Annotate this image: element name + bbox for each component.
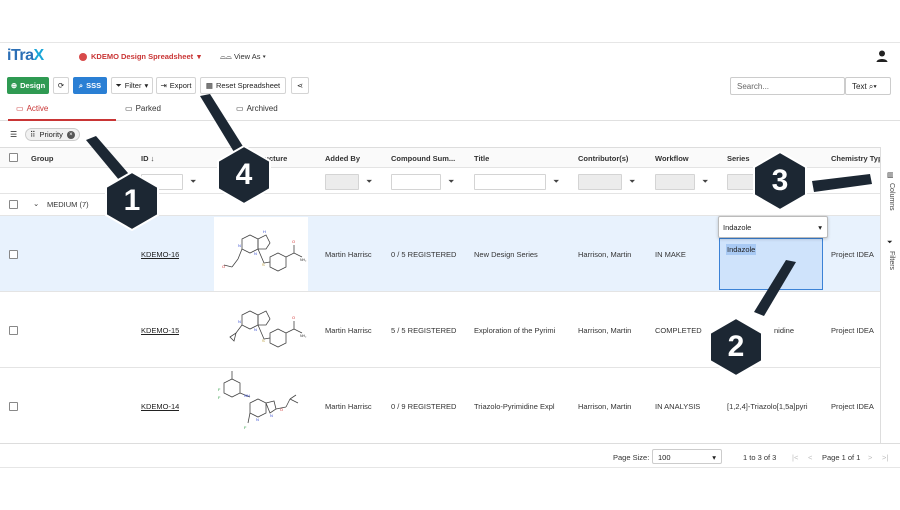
callout-badge-2: 2 bbox=[708, 316, 764, 378]
callout-arrows bbox=[86, 94, 872, 316]
callout-badge-4: 4 bbox=[216, 144, 272, 206]
callout-arrow-2 bbox=[754, 260, 796, 316]
callout-arrow-3 bbox=[812, 174, 872, 192]
callout-badge-3: 3 bbox=[752, 150, 808, 212]
callout-badge-1: 1 bbox=[104, 170, 160, 232]
